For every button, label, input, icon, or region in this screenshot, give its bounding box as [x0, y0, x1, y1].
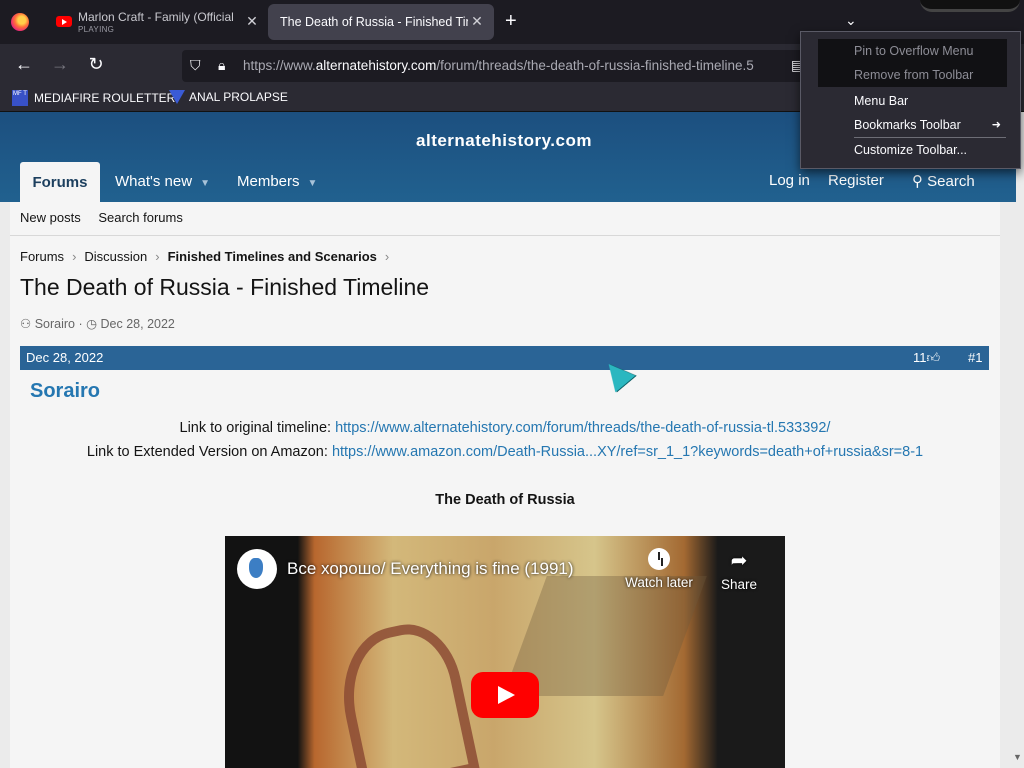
- thread-date-link[interactable]: Dec 28, 2022: [101, 317, 175, 331]
- breadcrumb-finished-timelines[interactable]: Finished Timelines and Scenarios: [168, 249, 377, 264]
- toolbar-context-menu: Pin to Overflow Menu Remove from Toolbar…: [800, 31, 1021, 169]
- page-scrollbar[interactable]: [1016, 112, 1024, 768]
- context-menu-list: Pin to Overflow Menu Remove from Toolbar…: [818, 39, 1007, 163]
- post-line-original: Link to original timeline: https://www.a…: [179, 420, 831, 436]
- lock-icon[interactable]: 🔒︎: [218, 57, 225, 74]
- watch-later-button[interactable]: Watch later: [619, 548, 699, 590]
- menu-item-customize-toolbar[interactable]: Customize Toolbar...: [818, 138, 1007, 162]
- breadcrumb-forums[interactable]: Forums: [20, 249, 64, 264]
- menu-item-menu-bar[interactable]: Menu Bar: [818, 89, 1007, 113]
- post-line-amazon: Link to Extended Version on Amazon: http…: [86, 444, 924, 460]
- youtube-icon: [56, 16, 72, 27]
- chevron-right-icon: ›: [72, 249, 77, 264]
- submenu-arrow-icon: ➜: [991, 119, 1001, 131]
- url-bar[interactable]: ⛉ 🔒︎ https://www.alternatehistory.com/fo…: [182, 50, 812, 82]
- nav-tab-forums[interactable]: Forums: [20, 162, 100, 202]
- share-button[interactable]: ➦ Share: [699, 548, 779, 592]
- tab-close-icon[interactable]: ✕: [243, 13, 261, 30]
- tab-active[interactable]: The Death of Russia - Finished Time ✕: [268, 4, 494, 40]
- bookmark-triangle-icon: [169, 90, 185, 104]
- video-thumbnail-art: [329, 615, 481, 768]
- nav-tab-members[interactable]: Members ▼: [237, 173, 317, 190]
- tab-playing-label: PLAYING: [78, 25, 115, 34]
- thread-meta: ⚇ Sorairo · ◷ Dec 28, 2022: [20, 317, 175, 331]
- amazon-link[interactable]: https://www.amazon.com/Death-Russia...XY…: [332, 444, 923, 460]
- post-likes[interactable]: 11👍︎: [913, 350, 940, 366]
- youtube-play-button[interactable]: [471, 672, 539, 718]
- bookmark-mediafire-rouletter[interactable]: MF T MEDIAFIRE ROULETTER: [12, 90, 175, 106]
- forward-arrow-icon[interactable]: →: [48, 54, 72, 75]
- bookmark-label: ANAL PROLAPSE: [189, 90, 288, 104]
- divider: [10, 235, 1000, 236]
- shield-icon[interactable]: ⛉: [190, 57, 201, 74]
- sub-navigation: New posts Search forums: [20, 210, 197, 225]
- search-icon: ⚲: [912, 173, 923, 190]
- original-timeline-link[interactable]: https://www.alternatehistory.com/forum/t…: [335, 420, 830, 436]
- thumbs-up-icon: 👍︎: [926, 350, 941, 365]
- back-arrow-icon[interactable]: ←: [12, 54, 36, 75]
- breadcrumb: Forums › Discussion › Finished Timelines and…: [20, 249, 397, 264]
- scroll-down-arrow-icon[interactable]: ▼: [1013, 752, 1024, 764]
- login-link[interactable]: Log in: [769, 172, 810, 189]
- bookmark-anal-prolapse[interactable]: ANAL PROLAPSE: [169, 90, 288, 104]
- thread-author-link[interactable]: Sorairo: [35, 317, 75, 331]
- mediafire-icon: MF T: [12, 90, 28, 106]
- youtube-embed[interactable]: Все хорошо/ Everything is fine (1991) Wa…: [225, 536, 785, 768]
- breadcrumb-discussion[interactable]: Discussion: [84, 249, 147, 264]
- firefox-logo-icon[interactable]: [11, 13, 29, 31]
- chevron-down-icon[interactable]: ▼: [200, 178, 210, 189]
- post-date-link[interactable]: Dec 28, 2022: [26, 350, 103, 365]
- menu-item-remove-from-toolbar[interactable]: Remove from Toolbar: [818, 63, 1007, 87]
- menu-item-bookmarks-toolbar[interactable]: Bookmarks Toolbar ➜: [818, 113, 1007, 137]
- register-link[interactable]: Register: [828, 172, 884, 189]
- chevron-down-icon[interactable]: ▼: [308, 178, 318, 189]
- chevron-right-icon: ›: [384, 249, 390, 264]
- chevron-right-icon: ›: [155, 249, 160, 264]
- new-posts-link[interactable]: New posts: [20, 210, 81, 225]
- search-link[interactable]: ⚲ Search: [912, 172, 975, 190]
- post-header-bar: Dec 28, 2022 11👍︎ #1: [20, 346, 989, 370]
- post-heading: The Death of Russia: [435, 492, 575, 508]
- url-text[interactable]: https://www.alternatehistory.com/forum/t…: [243, 58, 783, 73]
- video-title[interactable]: Все хорошо/ Everything is fine (1991): [287, 559, 574, 579]
- clock-icon: ◷: [86, 317, 98, 331]
- bookmark-label: MEDIAFIRE ROULETTER: [34, 91, 176, 105]
- channel-avatar[interactable]: [237, 549, 277, 589]
- tab-youtube[interactable]: Marlon Craft - Family (Official PLAYING …: [44, 4, 266, 40]
- tab-title: The Death of Russia - Finished Time: [280, 15, 468, 29]
- new-tab-button[interactable]: +: [505, 10, 517, 33]
- share-arrow-icon: ➦: [730, 550, 748, 572]
- web-page: alternatehistory.com Forums What's new ▼ …: [0, 112, 1024, 768]
- post-author-link[interactable]: Sorairo: [30, 380, 100, 403]
- window-frame-decoration: [920, 0, 1020, 12]
- reload-icon[interactable]: ↻: [84, 54, 108, 75]
- user-icon: ⚇: [20, 317, 32, 331]
- tab-title: Marlon Craft - Family (Official: [78, 10, 233, 24]
- menu-item-pin-to-overflow[interactable]: Pin to Overflow Menu: [818, 39, 1007, 63]
- list-all-tabs-icon[interactable]: ⌄: [845, 12, 857, 29]
- content-area: New posts Search forums Forums › Discussio…: [10, 202, 1000, 768]
- page-title: The Death of Russia - Finished Timeline: [20, 274, 430, 300]
- post-number-link[interactable]: #1: [968, 350, 982, 365]
- clock-icon: [648, 548, 670, 570]
- tab-close-icon[interactable]: ✕: [468, 13, 486, 30]
- search-forums-link[interactable]: Search forums: [98, 210, 183, 225]
- nav-tab-whats-new[interactable]: What's new ▼: [115, 173, 210, 190]
